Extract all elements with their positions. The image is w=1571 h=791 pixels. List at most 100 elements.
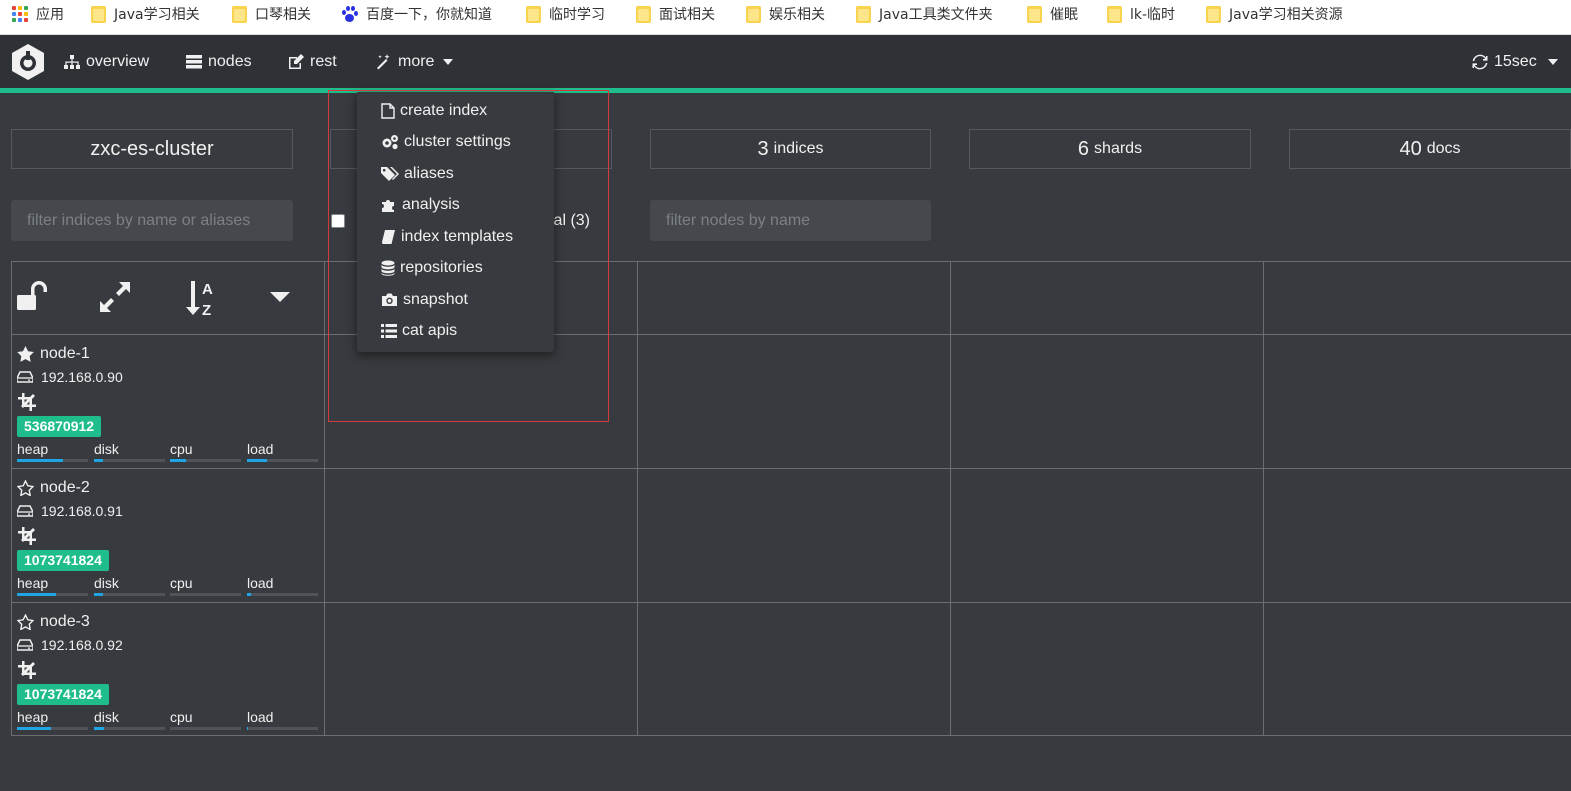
node-card: node-3 192.168.0.92 1073741824 heap disk… — [11, 603, 324, 737]
navbar-accent-line — [0, 88, 1571, 93]
folder-icon — [1027, 5, 1042, 23]
bookmark-item[interactable]: Java学习相关 — [91, 0, 200, 28]
navbar: overview nodes rest more 15sec — [0, 35, 1571, 88]
bookmark-item[interactable]: lk-临时 — [1107, 0, 1175, 28]
menu-item-label: cat apis — [402, 322, 458, 340]
node-ip-text: 192.168.0.92 — [41, 637, 123, 653]
menu-item-create-index[interactable]: create index — [357, 95, 554, 127]
menu-item-snapshot[interactable]: snapshot — [357, 284, 554, 316]
bookmark-label: 面试相关 — [659, 7, 715, 23]
menu-item-cluster-settings[interactable]: cluster settings — [357, 127, 554, 159]
menu-item-index-templates[interactable]: index templates — [357, 221, 554, 253]
cpu-metric: cpu — [170, 709, 241, 730]
special-indices-label: ial (3) — [550, 212, 591, 229]
bookmarks-bar: 应用 Java学习相关 口琴相关 百度一下，你就知道 临时学习 面试相关 娱乐相… — [0, 0, 1571, 35]
nav-overview-label: overview — [86, 52, 150, 70]
node-jvm-badge: 536870912 — [17, 416, 102, 437]
caret-down-icon — [443, 58, 454, 65]
node-jvm-badge: 1073741824 — [17, 684, 109, 705]
tags-icon — [381, 166, 399, 181]
caret-down-icon[interactable] — [269, 291, 291, 303]
cpu-metric: cpu — [170, 575, 241, 596]
metric-bar — [94, 459, 165, 462]
menu-item-label: index templates — [401, 227, 514, 245]
metric-label: load — [247, 441, 274, 457]
unlock-icon[interactable] — [16, 281, 50, 311]
more-dropdown-menu: create index cluster settings aliases an… — [357, 92, 554, 352]
folder-icon — [91, 5, 106, 23]
bookmark-item[interactable]: 百度一下，你就知道 — [341, 0, 492, 28]
apps-grid-icon — [12, 6, 28, 22]
menu-item-cat-apis[interactable]: cat apis — [357, 316, 554, 348]
refresh-interval-select[interactable]: 15sec — [1472, 35, 1559, 88]
load-metric: load — [247, 575, 318, 596]
bookmark-item[interactable]: 娱乐相关 — [746, 0, 825, 28]
baidu-icon — [341, 5, 358, 23]
load-metric: load — [247, 709, 318, 730]
node-name[interactable]: node-2 — [17, 479, 90, 497]
cerebro-logo-icon[interactable] — [10, 43, 46, 81]
svg-text:A: A — [202, 281, 213, 298]
metric-label: cpu — [170, 709, 193, 725]
bookmark-item[interactable]: 临时学习 — [526, 0, 605, 28]
heap-metric: heap — [17, 709, 88, 730]
bookmark-item[interactable]: 面试相关 — [636, 0, 715, 28]
menu-item-aliases[interactable]: aliases — [357, 158, 554, 190]
metric-bar — [17, 593, 88, 596]
node-ip: 192.168.0.91 — [17, 503, 123, 519]
bookmark-label: 百度一下，你就知道 — [366, 7, 492, 23]
bookmark-label: 催眠 — [1050, 7, 1078, 23]
folder-icon — [232, 5, 247, 23]
server-icon — [186, 54, 202, 68]
caret-down-icon — [1547, 58, 1558, 65]
grid-line — [11, 261, 1571, 262]
node-name[interactable]: node-3 — [17, 613, 90, 631]
bookmark-apps[interactable]: 应用 — [12, 0, 64, 28]
metric-bar — [94, 593, 165, 596]
shards-label: shards — [1094, 140, 1143, 157]
menu-item-repositories[interactable]: repositories — [357, 253, 554, 285]
bookmark-item[interactable]: 催眠 — [1027, 0, 1078, 28]
grid-line — [1263, 261, 1264, 736]
magic-wand-icon — [377, 53, 390, 69]
metric-label: load — [247, 575, 274, 591]
show-special-checkbox[interactable] — [331, 214, 345, 228]
folder-icon — [856, 5, 871, 23]
nav-overview[interactable]: overview — [64, 35, 149, 88]
metric-fill — [17, 459, 64, 462]
bookmark-item[interactable]: Java工具类文件夹 — [856, 0, 993, 28]
hdd-icon — [17, 505, 33, 517]
filter-indices-input[interactable] — [11, 200, 293, 241]
sort-alpha-icon[interactable]: AZ — [185, 279, 219, 317]
shards-number: 6 — [1077, 137, 1090, 160]
hdd-icon — [17, 371, 33, 383]
docs-count: 40 docs — [1289, 129, 1571, 169]
metric-bar — [170, 593, 241, 596]
docs-label: docs — [1426, 140, 1461, 157]
metric-bar — [247, 593, 318, 596]
bookmark-item[interactable]: 口琴相关 — [232, 0, 311, 28]
metric-label: load — [247, 709, 274, 725]
metric-fill — [170, 459, 186, 462]
node-card: node-1 192.168.0.90 536870912 heap disk … — [11, 335, 324, 469]
expand-icon[interactable] — [99, 281, 131, 313]
bookmark-item[interactable]: Java学习相关资源 — [1206, 0, 1343, 28]
load-metric: load — [247, 441, 318, 462]
nav-rest-label: rest — [310, 52, 337, 70]
list-icon — [381, 324, 397, 339]
metric-label: heap — [17, 441, 49, 457]
nav-more[interactable]: more — [376, 35, 454, 88]
node-name[interactable]: node-1 — [17, 345, 90, 363]
metric-fill — [247, 593, 251, 596]
refresh-interval-label: 15sec — [1494, 52, 1537, 70]
node-name-text: node-1 — [40, 345, 90, 362]
menu-item-analysis[interactable]: analysis — [357, 190, 554, 222]
filter-nodes-input[interactable] — [650, 200, 931, 241]
heap-metric: heap — [17, 441, 88, 462]
bookmark-label: 临时学习 — [549, 7, 605, 23]
nav-nodes[interactable]: nodes — [186, 35, 252, 88]
hdd-icon — [17, 639, 33, 651]
nav-rest[interactable]: rest — [288, 35, 337, 88]
bookmark-label: 口琴相关 — [255, 7, 311, 23]
metric-bar — [17, 727, 88, 730]
